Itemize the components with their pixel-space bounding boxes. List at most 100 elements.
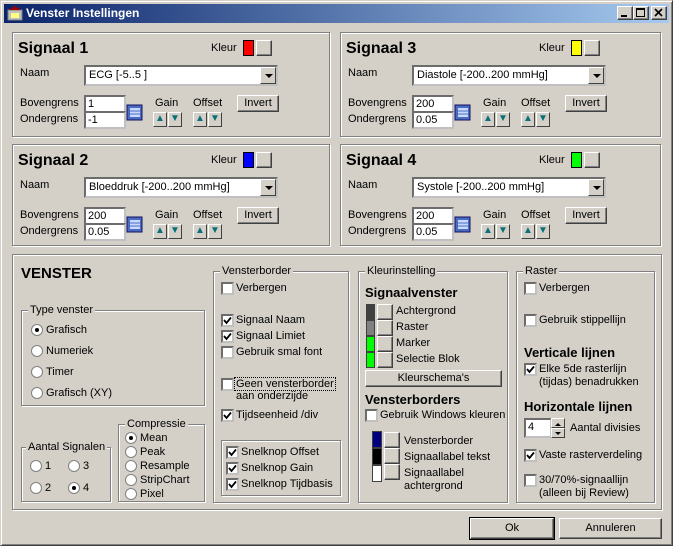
radio-pixel[interactable] [125, 488, 137, 500]
signaal-3-color-button[interactable] [584, 40, 600, 56]
signaal-3-gain-down-button[interactable]: ▼ [496, 112, 510, 127]
signaal-1-gain-down-button[interactable]: ▼ [168, 112, 182, 127]
signaal-1-gain-label: Gain [155, 97, 179, 109]
signaal-2-invert-button[interactable]: Invert [237, 207, 279, 224]
signaal-2-color-button[interactable] [256, 152, 272, 168]
signaal-2-kleur-label: Kleur [211, 154, 237, 166]
signaal-3-ondergrens-input[interactable]: 0.05 [412, 111, 454, 129]
snelknop-offset-checkbox[interactable] [226, 446, 239, 459]
achtergrond-color-button[interactable] [377, 304, 393, 320]
annuleren-button[interactable]: Annuleren [559, 518, 662, 539]
chevron-down-icon[interactable] [260, 67, 276, 84]
check-icon [223, 316, 232, 325]
signaal-4-naam-dropdown[interactable]: Systole [-200..200 mmHg] [412, 177, 606, 198]
signaal-limiet-checkbox[interactable] [221, 330, 234, 343]
signaal-2-gain-down-button[interactable]: ▼ [168, 224, 182, 239]
radio-resample[interactable] [125, 460, 137, 472]
snelknop-tijdbasis-checkbox[interactable] [226, 478, 239, 491]
signaal-3-gain-up-button[interactable]: ▲ [481, 112, 495, 127]
signaal-1-ondergrens-input[interactable]: -1 [84, 111, 126, 129]
signaal-1-offset-down-button[interactable]: ▼ [208, 112, 222, 127]
signaal-2-gain-up-button[interactable]: ▲ [153, 224, 167, 239]
raster-label: Raster [396, 321, 429, 333]
signaal-1-gain-up-button[interactable]: ▲ [153, 112, 167, 127]
spin-up-button[interactable] [551, 418, 565, 428]
signaal-1-color-button[interactable] [256, 40, 272, 56]
selectie-blok-label: Selectie Blok [396, 353, 460, 365]
radio-aantal-4[interactable] [68, 482, 80, 494]
vaste-rasterverdeling-checkbox[interactable] [524, 449, 537, 462]
signaal-1-naam-label: Naam [20, 67, 50, 79]
smal-font-checkbox[interactable] [221, 346, 234, 359]
spin-down-button[interactable] [551, 428, 565, 438]
signaal-naam-checkbox[interactable] [221, 314, 234, 327]
radio-aantal-3[interactable] [68, 460, 80, 472]
selectie-blok-color-button[interactable] [377, 352, 393, 368]
radio-grafisch[interactable] [31, 324, 43, 336]
signaal-4-offset-up-button[interactable]: ▲ [521, 224, 535, 239]
range-picker-icon[interactable] [454, 104, 473, 122]
range-picker-icon[interactable] [454, 216, 473, 234]
aantal-divisies-input[interactable]: 4 [524, 418, 552, 438]
kleurschemas-button[interactable]: Kleurschema's [365, 370, 502, 387]
signaallabel-tekst-color-button[interactable] [384, 448, 400, 464]
radio-aantal-2[interactable] [30, 482, 42, 494]
signaal-1-invert-button[interactable]: Invert [237, 95, 279, 112]
radio-numeriek[interactable] [31, 345, 43, 357]
maximize-button[interactable] [633, 6, 649, 20]
signaal-4-gain-down-button[interactable]: ▼ [496, 224, 510, 239]
raster-legend: Raster [523, 265, 560, 277]
signaal-naam-label: Signaal Naam [236, 314, 306, 326]
marker-color-button[interactable] [377, 336, 393, 352]
signaal-2-offset-down-button[interactable]: ▼ [208, 224, 222, 239]
signaal-2-ondergrens-input[interactable]: 0.05 [84, 223, 126, 241]
chevron-down-icon[interactable] [588, 179, 604, 196]
radio-stripchart[interactable] [125, 474, 137, 486]
signaal-1-naam-dropdown[interactable]: ECG [-5..5 ] [84, 65, 278, 86]
signaal-4-ondergrens-input[interactable]: 0.05 [412, 223, 454, 241]
selectie-blok-swatch [366, 352, 375, 368]
signaal-3-offset-down-button[interactable]: ▼ [536, 112, 550, 127]
aantal-divisies-spinner[interactable] [551, 418, 565, 438]
close-button[interactable] [651, 6, 667, 20]
snelknop-gain-checkbox[interactable] [226, 462, 239, 475]
vensterborder-label: Vensterborder [404, 435, 474, 447]
elke-5de-checkbox[interactable] [524, 363, 537, 376]
chevron-down-icon[interactable] [588, 67, 604, 84]
signaal-4-color-button[interactable] [584, 152, 600, 168]
radio-mean[interactable] [125, 432, 137, 444]
range-picker-icon[interactable] [126, 104, 145, 122]
minimize-button[interactable] [617, 6, 633, 20]
radio-grafisch-xy[interactable] [31, 387, 43, 399]
signaal-1-offset-up-button[interactable]: ▲ [193, 112, 207, 127]
signaallabel-achtergrond-color-button[interactable] [384, 464, 400, 480]
signaallijn-checkbox[interactable] [524, 474, 537, 487]
aantal-signalen-legend: Aantal Signalen [26, 441, 108, 453]
signaal-4-naam-value: Systole [-200..200 mmHg] [417, 181, 545, 193]
radio-peak[interactable] [125, 446, 137, 458]
stippellijn-checkbox[interactable] [524, 314, 537, 327]
range-picker-icon[interactable] [126, 216, 145, 234]
signaal-4-invert-button[interactable]: Invert [565, 207, 607, 224]
ok-button[interactable]: Ok [470, 518, 554, 539]
compressie-legend: Compressie [125, 418, 188, 430]
signaal-3-offset-up-button[interactable]: ▲ [521, 112, 535, 127]
raster-color-button[interactable] [377, 320, 393, 336]
signaal-2-naam-dropdown[interactable]: Bloeddruk [-200..200 mmHg] [84, 177, 278, 198]
geen-vensterborder-checkbox[interactable] [221, 378, 234, 391]
windows-kleuren-checkbox[interactable] [365, 409, 378, 422]
signaal-3-naam-dropdown[interactable]: Diastole [-200..200 mmHg] [412, 65, 606, 86]
signaal-4-gain-up-button[interactable]: ▲ [481, 224, 495, 239]
raster-verbergen-checkbox[interactable] [524, 282, 537, 295]
signaal-2-offset-up-button[interactable]: ▲ [193, 224, 207, 239]
chevron-down-icon[interactable] [260, 179, 276, 196]
verbergen-checkbox[interactable] [221, 282, 234, 295]
radio-aantal-1[interactable] [30, 460, 42, 472]
vensterborder-color-button[interactable] [384, 432, 400, 448]
tijdseenheid-checkbox[interactable] [221, 409, 234, 422]
signaal-3-ondergrens-label: Ondergrens [348, 113, 407, 125]
title-bar[interactable]: Venster Instellingen [4, 4, 669, 23]
radio-timer[interactable] [31, 366, 43, 378]
signaal-3-invert-button[interactable]: Invert [565, 95, 607, 112]
signaal-4-offset-down-button[interactable]: ▼ [536, 224, 550, 239]
